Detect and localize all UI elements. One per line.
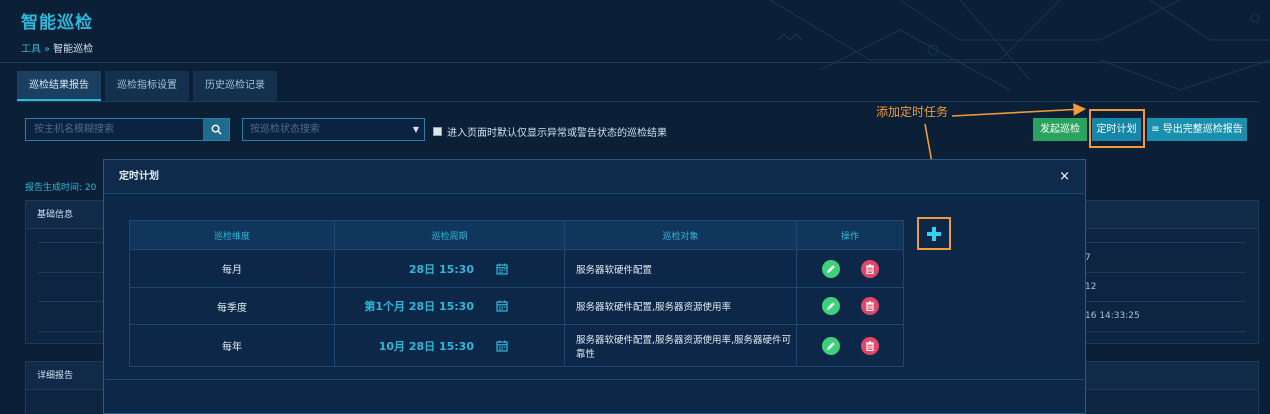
trash-icon [865, 340, 874, 351]
table-row: 每年 10月 28日 15:30 服务器软硬件配置,服务器资源使用率,服务器硬件… [129, 324, 904, 367]
calendar-icon[interactable] [496, 340, 508, 352]
edit-button[interactable] [821, 297, 840, 315]
row-actions [796, 324, 904, 367]
table-row: 每季度 第1个月 28日 15:30 服务器软硬件配置,服务器资源使用率 [129, 287, 904, 325]
delete-button[interactable] [860, 259, 879, 278]
basic-info-value: 16 14:33:25 [1085, 311, 1140, 321]
pencil-icon [826, 341, 835, 350]
column-header-dimension: 巡检维度 [129, 220, 335, 250]
trash-icon [865, 301, 874, 311]
delete-button[interactable] [860, 336, 879, 355]
edit-button[interactable] [821, 259, 840, 278]
plus-icon [927, 226, 941, 241]
add-schedule-button[interactable] [917, 217, 951, 250]
row-dimension: 每月 [129, 249, 335, 288]
row-period: 28日 15:30 [408, 262, 474, 276]
row-period-cell: 28日 15:30 [334, 249, 565, 288]
schedule-plan-modal: 定时计划 × 巡检维度 巡检周期 巡检对象 操作 每月 28日 15:30 服务… [103, 159, 1086, 414]
delete-button[interactable] [860, 297, 879, 315]
modal-title: 定时计划 [104, 160, 1085, 194]
basic-info-value: 12 [1085, 282, 1097, 292]
table-header-row: 巡检维度 巡检周期 巡检对象 操作 [129, 220, 904, 250]
close-icon[interactable]: × [1059, 170, 1070, 184]
row-actions [796, 249, 904, 288]
row-dimension: 每季度 [129, 287, 335, 325]
pencil-icon [826, 264, 835, 273]
row-object: 服务器软硬件配置,服务器资源使用率 [564, 287, 797, 325]
pencil-icon [826, 302, 835, 310]
schedule-table: 巡检维度 巡检周期 巡检对象 操作 每月 28日 15:30 服务器软硬件配置 [129, 220, 904, 367]
row-period: 10月 28日 15:30 [378, 339, 474, 353]
edit-button[interactable] [821, 336, 840, 355]
row-object: 服务器软硬件配置 [564, 249, 797, 288]
calendar-icon[interactable] [496, 300, 508, 312]
row-period-cell: 第1个月 28日 15:30 [334, 287, 565, 325]
column-header-period: 巡检周期 [334, 220, 565, 250]
row-object: 服务器软硬件配置,服务器资源使用率,服务器硬件可靠性 [564, 324, 797, 367]
row-period-cell: 10月 28日 15:30 [334, 324, 565, 367]
row-period: 第1个月 28日 15:30 [364, 300, 474, 313]
row-actions [796, 287, 904, 325]
report-time-label: 报告生成时间: 20 [25, 183, 97, 193]
column-header-object: 巡检对象 [564, 220, 797, 250]
column-header-actions: 操作 [796, 220, 904, 250]
row-dimension: 每年 [129, 324, 335, 367]
calendar-icon[interactable] [496, 263, 508, 275]
table-row: 每月 28日 15:30 服务器软硬件配置 [129, 249, 904, 288]
trash-icon [865, 263, 874, 274]
